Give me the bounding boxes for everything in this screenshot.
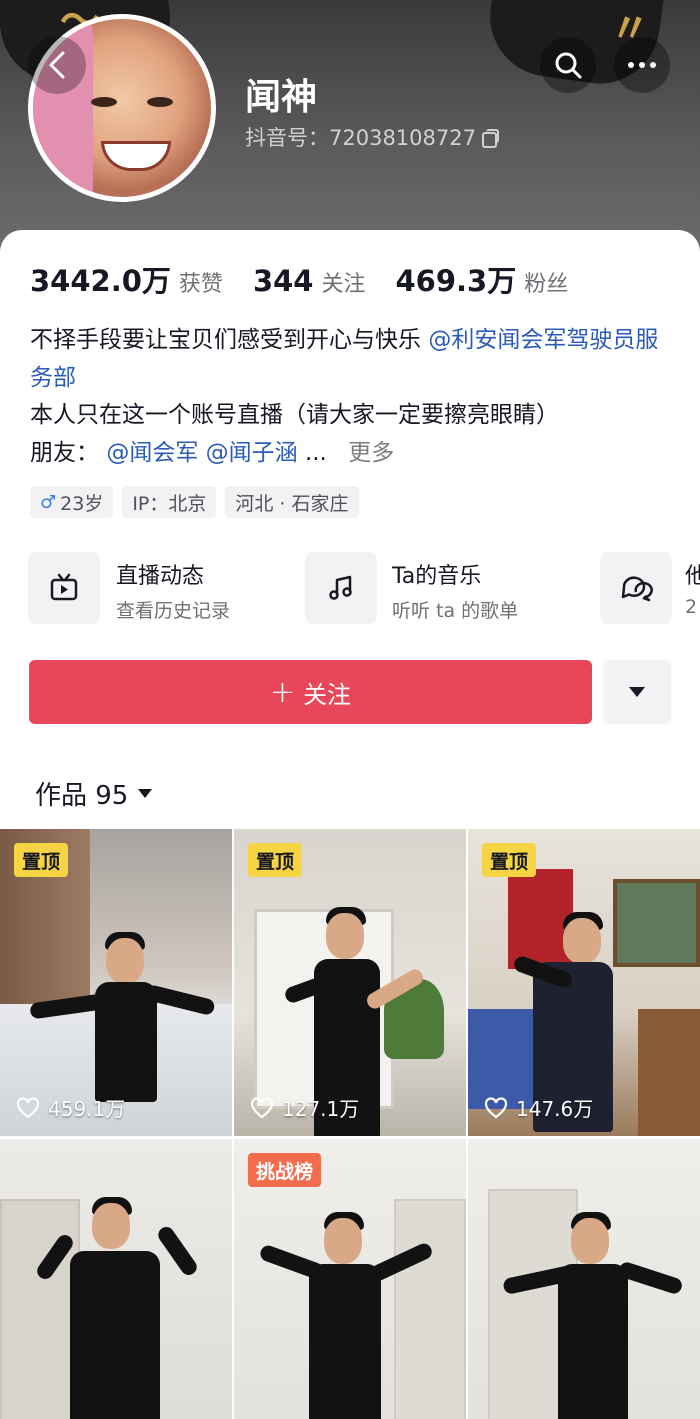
- profile-header: 〜 〃 闻神 抖音号：72038108727: [0, 0, 700, 260]
- profile-card: 3442.0万 获赞 344 关注 469.3万 粉丝 不择手段要让宝贝们感受到…: [0, 230, 700, 1419]
- bio-more-link[interactable]: 更多: [348, 440, 394, 466]
- video-thumbnail[interactable]: [468, 1139, 700, 1419]
- feature-row: 直播动态 查看历史记录 Ta的音乐 听听 ta 的歌单 他 2: [28, 552, 700, 627]
- search-button[interactable]: [540, 37, 596, 93]
- feature-subtitle: 2: [685, 596, 698, 618]
- likes-count: 3442.0万: [30, 264, 171, 298]
- plus-icon: +: [269, 674, 296, 710]
- friend-mention-link[interactable]: @闻子涵: [206, 440, 298, 466]
- bio-line-2: 本人只在这一个账号直播（请大家一定要擦亮眼睛）: [30, 402, 559, 428]
- back-button[interactable]: [28, 36, 86, 94]
- friend-mention-link[interactable]: @闻会军: [106, 440, 198, 466]
- tab-works[interactable]: 作品 95: [35, 775, 153, 812]
- male-icon: ♂: [40, 491, 57, 513]
- bio-text: 不择手段要让宝贝们感受到开心与快乐: [30, 327, 421, 353]
- chat-bubbles-icon: [600, 552, 672, 624]
- likes-count: 147.6万: [516, 1097, 594, 1121]
- heart-icon: [250, 1096, 274, 1118]
- following-label[interactable]: 关注: [321, 266, 365, 298]
- video-thumbnail[interactable]: [0, 1139, 232, 1419]
- likes-count: 459.1万: [48, 1097, 126, 1121]
- bio-friends-line: 朋友： @闻会军 @闻子涵 ... 更多: [30, 435, 670, 473]
- feature-title: Ta的音乐: [392, 564, 482, 589]
- music-note-icon: [305, 552, 377, 624]
- more-dots-icon: [628, 62, 656, 68]
- heart-icon: [16, 1096, 40, 1118]
- works-tab-label: 作品 95: [35, 781, 129, 811]
- following-count[interactable]: 344: [253, 264, 314, 298]
- heart-icon: [484, 1096, 508, 1118]
- ellipsis: ...: [304, 439, 327, 466]
- stats-row: 3442.0万 获赞 344 关注 469.3万 粉丝: [30, 258, 598, 300]
- followers-count[interactable]: 469.3万: [396, 258, 517, 300]
- copy-icon[interactable]: [481, 129, 499, 148]
- video-likes: 127.1万: [250, 1093, 359, 1122]
- bio: 不择手段要让宝贝们感受到开心与快乐 @利安闻会军驾驶员服务部 本人只在这一个账号…: [30, 322, 670, 472]
- feature-subtitle: 听听 ta 的歌单: [392, 600, 519, 622]
- video-likes: 147.6万: [484, 1093, 593, 1122]
- profile-name: 闻神: [245, 77, 318, 118]
- challenge-badge: 挑战榜: [248, 1153, 322, 1187]
- likes-count: 127.1万: [282, 1097, 360, 1121]
- video-thumbnail[interactable]: 置顶 459.1万: [0, 829, 232, 1136]
- friends-label: 朋友：: [30, 439, 99, 466]
- more-options-button[interactable]: [614, 37, 670, 93]
- age-text: 23岁: [60, 492, 104, 515]
- pinned-badge: 置顶: [482, 843, 537, 877]
- pinned-badge: 置顶: [14, 843, 69, 877]
- caret-down-icon: [629, 687, 645, 697]
- video-thumbnail[interactable]: 置顶 127.1万: [234, 829, 466, 1136]
- bio-line-1: 不择手段要让宝贝们感受到开心与快乐 @利安闻会军驾驶员服务部: [30, 322, 670, 397]
- followers-label[interactable]: 粉丝: [524, 266, 568, 298]
- douyin-id[interactable]: 抖音号：72038108727: [245, 122, 499, 152]
- search-icon: [555, 52, 582, 79]
- douyin-id-text: 抖音号：72038108727: [245, 126, 476, 150]
- feature-subtitle: 查看历史记录: [116, 600, 231, 622]
- pinned-badge: 置顶: [248, 843, 303, 877]
- chevron-left-icon: [49, 51, 65, 79]
- likes-label: 获赞: [178, 272, 223, 297]
- recommend-dropdown-button[interactable]: [603, 660, 671, 724]
- video-thumbnail[interactable]: 置顶 147.6万: [468, 829, 700, 1136]
- age-tag: ♂ 23岁: [30, 486, 114, 518]
- profile-tags: ♂ 23岁 IP：北京 河北 · 石家庄: [30, 486, 359, 518]
- video-thumbnail[interactable]: 挑战榜: [234, 1139, 466, 1419]
- location-tag: 河北 · 石家庄: [225, 486, 359, 518]
- follow-label: 关注: [303, 680, 352, 709]
- feature-title: 直播动态: [116, 564, 205, 589]
- tv-icon: [28, 552, 100, 624]
- feature-title: 他: [685, 564, 700, 589]
- follow-button[interactable]: + 关注: [29, 660, 592, 724]
- ip-tag: IP：北京: [122, 486, 217, 518]
- caret-down-icon: [138, 789, 153, 798]
- video-likes: 459.1万: [16, 1093, 125, 1122]
